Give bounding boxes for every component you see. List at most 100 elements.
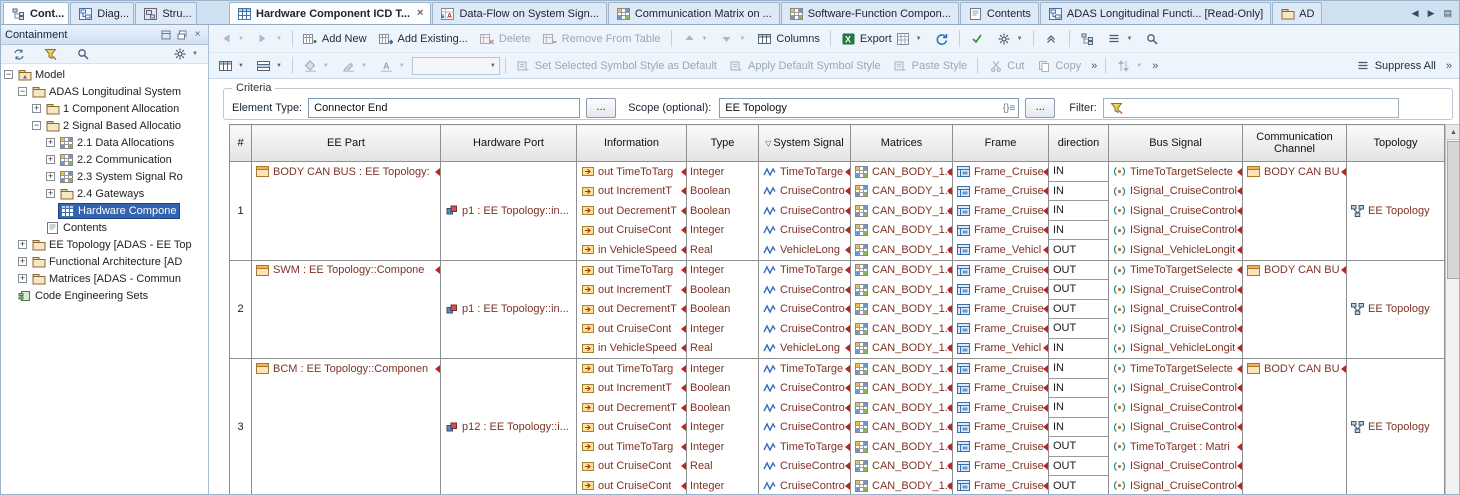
matrices-entry[interactable]: CAN_BODY_1.c	[851, 418, 952, 438]
information-entry[interactable]: out CruiseCont	[577, 476, 686, 494]
expand-toggle[interactable]: +	[18, 257, 27, 266]
tree-item-matrices-adas-commun[interactable]: +Matrices [ADAS - Commun	[1, 270, 208, 287]
tree-item-contents[interactable]: Contents	[1, 219, 208, 236]
tree-item-adas-longitudinal-system[interactable]: −ADAS Longitudinal System	[1, 83, 208, 100]
direction-entry[interactable]: IN	[1049, 359, 1108, 379]
cell-hardware-port[interactable]: p1 : EE Topology::in...	[441, 260, 577, 359]
cell-row-number[interactable]: 2	[230, 260, 252, 359]
cell-communication-channel[interactable]: BODY CAN BU	[1243, 162, 1347, 261]
toolbar-overflow-chevron[interactable]: »	[1443, 60, 1455, 72]
frame-entry[interactable]: Frame_Cruise	[953, 457, 1048, 477]
tree-item-model[interactable]: −Model	[1, 66, 208, 83]
validation-button[interactable]	[965, 30, 990, 47]
col-header-matrices[interactable]: Matrices	[851, 125, 953, 162]
export-button[interactable]: XExport▼	[836, 30, 927, 47]
add-new-button[interactable]: Add New	[298, 30, 372, 47]
direction-entry[interactable]: IN	[1049, 182, 1108, 202]
cell-matrices[interactable]: CAN_BODY_1.cCAN_BODY_1.cCAN_BODY_1.cCAN_…	[851, 359, 953, 495]
cell-information[interactable]: out TimeToTargout IncrementTout Decremen…	[577, 359, 687, 495]
element-type-browse-button[interactable]: ...	[586, 98, 616, 118]
information-entry[interactable]: out DecrementT	[577, 300, 686, 320]
cell-ee-part[interactable]: SWM : EE Topology::Compone	[252, 260, 441, 359]
tree-item-2-4-gateways[interactable]: +2.4 Gateways	[1, 185, 208, 202]
bus-signal-entry[interactable]: ISignal_CruiseControl	[1109, 319, 1242, 339]
col-header-type[interactable]: Type	[687, 125, 759, 162]
system-signal-entry[interactable]: CruiseContro	[759, 398, 850, 418]
direction-entry[interactable]: OUT	[1049, 476, 1108, 494]
matrices-entry[interactable]: CAN_BODY_1.c	[851, 359, 952, 379]
cell-communication-channel[interactable]: BODY CAN BU	[1243, 359, 1347, 495]
row-style-button[interactable]: ▼	[251, 57, 287, 74]
tree-item-2-3-system-signal-ro[interactable]: +2.3 System Signal Ro	[1, 168, 208, 185]
col-header-ee_part[interactable]: EE Part	[252, 125, 441, 162]
bus-signal-entry[interactable]: ISignal_CruiseControl	[1109, 379, 1242, 399]
matrices-entry[interactable]: CAN_BODY_1.c	[851, 182, 952, 202]
float-icon[interactable]	[175, 28, 188, 41]
bus-signal-entry[interactable]: ISignal_CruiseControl	[1109, 201, 1242, 221]
direction-entry[interactable]: OUT	[1049, 300, 1108, 320]
system-signal-entry[interactable]: TimeToTarge	[759, 162, 850, 182]
type-entry[interactable]: Integer	[687, 319, 758, 339]
col-header-direction[interactable]: direction	[1049, 125, 1109, 162]
matrices-entry[interactable]: CAN_BODY_1.c	[851, 221, 952, 241]
frame-entry[interactable]: Frame_Cruise	[953, 319, 1048, 339]
filter-funnel-icon[interactable]	[1109, 102, 1124, 115]
col-header-num[interactable]: #	[230, 125, 252, 162]
bus-signal-entry[interactable]: ISignal_CruiseControl	[1109, 418, 1242, 438]
cell-information[interactable]: out TimeToTargout IncrementTout Decremen…	[577, 260, 687, 359]
system-signal-entry[interactable]: CruiseContro	[759, 182, 850, 202]
nav-forward-button[interactable]: ▼	[251, 30, 287, 47]
type-entry[interactable]: Boolean	[687, 280, 758, 300]
layout-button[interactable]: ▼	[1111, 57, 1147, 74]
view-menu-button[interactable]: ▼	[1102, 30, 1138, 47]
expression-icon[interactable]: {}≡	[1003, 103, 1016, 114]
expand-toggle[interactable]: +	[46, 189, 55, 198]
nest-rows-button[interactable]	[1075, 30, 1100, 47]
information-entry[interactable]: out TimeToTarg	[577, 359, 686, 379]
doc-tab-ad[interactable]: AD	[1272, 2, 1322, 24]
cell-hardware-port[interactable]: p12 : EE Topology::i...	[441, 359, 577, 495]
sync-button[interactable]	[6, 46, 31, 63]
add-existing-button[interactable]: Add Existing...	[374, 30, 473, 47]
tree-item-2-2-communication[interactable]: +2.2 Communication	[1, 151, 208, 168]
information-entry[interactable]: out IncrementT	[577, 182, 686, 202]
cell-row-number[interactable]: 1	[230, 162, 252, 261]
cell-system-signal[interactable]: TimeToTargeCruiseControCruiseControCruis…	[759, 359, 851, 495]
cell-row-number[interactable]: 3	[230, 359, 252, 495]
type-entry[interactable]: Integer	[687, 221, 758, 241]
frame-entry[interactable]: Frame_Cruise	[953, 261, 1048, 281]
system-signal-entry[interactable]: CruiseContro	[759, 201, 850, 221]
bus-signal-entry[interactable]: ISignal_CruiseControl	[1109, 221, 1242, 241]
col-header-topology[interactable]: Topology	[1347, 125, 1445, 162]
direction-entry[interactable]: OUT	[1049, 261, 1108, 281]
system-signal-entry[interactable]: CruiseContro	[759, 379, 850, 399]
information-entry[interactable]: out TimeToTarg	[577, 437, 686, 457]
frame-entry[interactable]: Frame_Cruise	[953, 437, 1048, 457]
type-entry[interactable]: Real	[687, 240, 758, 260]
expand-toggle[interactable]: +	[18, 240, 27, 249]
matrices-entry[interactable]: CAN_BODY_1.c	[851, 162, 952, 182]
doc-tab-software-function-compon[interactable]: Software-Function Compon...	[781, 2, 959, 24]
cell-frame[interactable]: Frame_CruiseFrame_CruiseFrame_CruiseFram…	[953, 359, 1049, 495]
doc-tab-data-flow-on-system-sign[interactable]: AData-Flow on System Sign...	[432, 2, 606, 24]
matrices-entry[interactable]: CAN_BODY_1.c	[851, 319, 952, 339]
cell-matrices[interactable]: CAN_BODY_1.cCAN_BODY_1.cCAN_BODY_1.cCAN_…	[851, 162, 953, 261]
tree-item-functional-architecture-ad[interactable]: +Functional Architecture [AD	[1, 253, 208, 270]
system-signal-entry[interactable]: TimeToTarge	[759, 437, 850, 457]
matrices-entry[interactable]: CAN_BODY_1.c	[851, 437, 952, 457]
scroll-up-button[interactable]: ▲	[1446, 125, 1459, 140]
system-signal-entry[interactable]: CruiseContro	[759, 319, 850, 339]
system-signal-entry[interactable]: VehicleLong	[759, 240, 850, 260]
cell-bus-signal[interactable]: TimeToTargetSelecteISignal_CruiseControl…	[1109, 359, 1243, 495]
panel-tab-diag[interactable]: Diag...	[70, 2, 134, 24]
bus-signal-entry[interactable]: ISignal_VehicleLongit	[1109, 339, 1242, 359]
expand-toggle[interactable]: +	[46, 138, 55, 147]
doc-tab-hardware-component-icd-t[interactable]: Hardware Component ICD T...×	[229, 2, 431, 24]
direction-entry[interactable]: OUT	[1049, 457, 1108, 477]
tree-item-1-component-allocation[interactable]: +1 Component Allocation	[1, 100, 208, 117]
cell-system-signal[interactable]: TimeToTargeCruiseControCruiseControCruis…	[759, 162, 851, 261]
cell-ee-part[interactable]: BODY CAN BUS : EE Topology:	[252, 162, 441, 261]
doc-tab-adas-longitudinal-functi-read-only[interactable]: ADAS Longitudinal Functi... [Read-Only]	[1040, 2, 1271, 24]
information-entry[interactable]: out CruiseCont	[577, 418, 686, 438]
delete-button[interactable]: Delete	[475, 30, 536, 47]
